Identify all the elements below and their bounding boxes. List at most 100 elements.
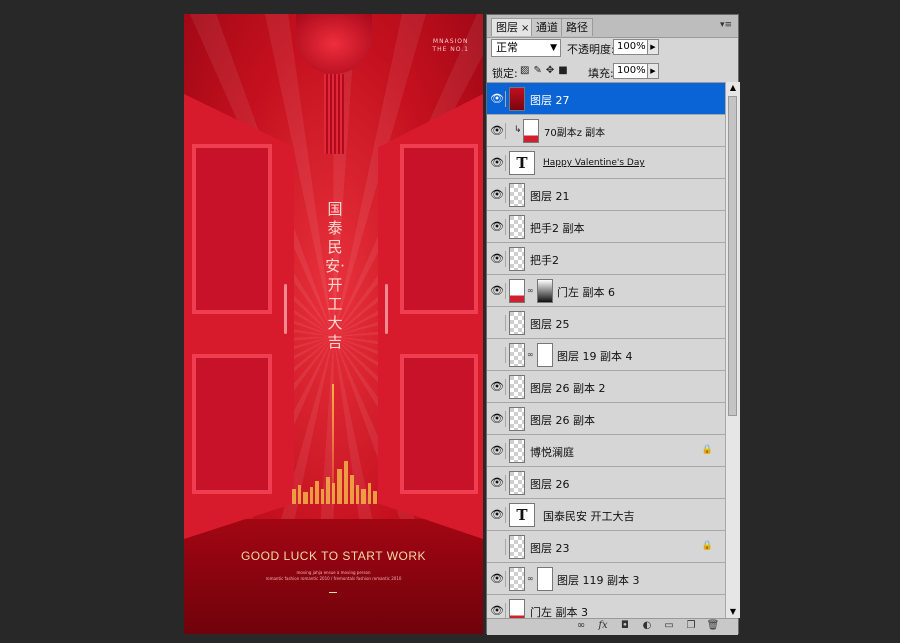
panel-menu-icon[interactable]: ▾≡: [720, 20, 732, 30]
layer-row[interactable]: 👁 T Happy Valentine's Day: [487, 147, 725, 179]
lock-all-icon[interactable]: ■: [558, 65, 571, 76]
eye-icon[interactable]: 👁: [489, 571, 506, 587]
door-panel: [192, 354, 272, 494]
vertical-slogan: 国泰民安·开工大吉: [325, 200, 345, 351]
layer-name: Happy Valentine's Day: [543, 158, 645, 168]
layer-thumbnail: [509, 343, 525, 367]
layer-row[interactable]: 👁 ∞ 门左 副本 6: [487, 275, 725, 307]
link-icon[interactable]: ∞: [527, 350, 534, 359]
layer-list-scrollbar[interactable]: ▲ ▼: [725, 82, 740, 618]
opacity-input[interactable]: 100%: [613, 39, 651, 55]
scroll-down-icon[interactable]: ▼: [726, 606, 740, 618]
opacity-slider-button[interactable]: ▶: [647, 39, 659, 55]
left-door: [184, 94, 294, 539]
tab-layers[interactable]: 图层 ×: [491, 18, 535, 36]
layers-panel: 图层 × 通道 路径 ▾≡ 正常 ▼ 不透明度: 100% ▶ 锁定: ▨✎✥■ …: [486, 14, 740, 635]
new-layer-icon[interactable]: ❐: [683, 620, 699, 631]
lock-icon: 🔒: [701, 445, 713, 455]
add-mask-icon[interactable]: ◘: [617, 620, 633, 631]
fill-input[interactable]: 100%: [613, 63, 651, 79]
layer-row[interactable]: 👁 图层 23 🔒: [487, 531, 725, 563]
layer-row[interactable]: 👁 图层 25: [487, 307, 725, 339]
lock-position-icon[interactable]: ✥: [546, 65, 558, 76]
layer-thumbnail: [509, 183, 525, 207]
trash-icon[interactable]: 🗑: [705, 620, 721, 631]
headline: GOOD LUCK TO START WORK: [240, 549, 427, 563]
layer-thumbnail: [509, 375, 525, 399]
layer-name: 图层 26 副本: [530, 414, 595, 427]
eye-icon[interactable]: 👁: [489, 347, 506, 363]
tab-paths[interactable]: 路径: [561, 18, 593, 36]
eye-icon[interactable]: 👁: [489, 91, 506, 107]
layer-row[interactable]: 👁 把手2: [487, 243, 725, 275]
eye-icon[interactable]: 👁: [489, 411, 506, 427]
fill-label: 填充:: [588, 67, 614, 80]
fx-icon[interactable]: fx: [595, 620, 611, 631]
lock-options: ▨✎✥■: [520, 65, 572, 76]
lock-transparent-icon[interactable]: ▨: [520, 65, 533, 76]
layer-name: 图层 26 副本 2: [530, 382, 606, 395]
ornament-dash: [329, 592, 337, 593]
eye-icon[interactable]: 👁: [489, 219, 506, 235]
layer-name: 把手2: [530, 254, 559, 267]
eye-icon[interactable]: 👁: [489, 443, 506, 459]
eye-icon[interactable]: 👁: [489, 603, 506, 619]
city-skyline: [292, 461, 377, 504]
layer-thumbnail: [523, 119, 539, 143]
link-icon[interactable]: ∞: [573, 620, 589, 631]
layer-name: 把手2 副本: [530, 222, 585, 235]
door-handle: [284, 284, 287, 334]
layer-row[interactable]: 👁 图层 26: [487, 467, 725, 499]
layer-thumbnail: [509, 439, 525, 463]
layer-row[interactable]: 👁 图层 21: [487, 179, 725, 211]
blend-mode-select[interactable]: 正常 ▼: [491, 39, 561, 57]
eye-icon[interactable]: 👁: [489, 251, 506, 267]
close-icon[interactable]: ×: [521, 23, 529, 34]
eye-icon[interactable]: 👁: [489, 315, 506, 331]
door-panel: [400, 354, 478, 494]
link-icon[interactable]: ∞: [527, 574, 534, 583]
document-canvas[interactable]: MNASION THE NO.1 国泰民安·开工大吉 GOOD LUCK TO …: [184, 14, 483, 634]
eye-icon[interactable]: 👁: [489, 507, 506, 523]
eye-icon[interactable]: 👁: [489, 123, 506, 139]
layer-mask-thumbnail[interactable]: [537, 279, 553, 303]
eye-icon[interactable]: 👁: [489, 283, 506, 299]
tab-channels[interactable]: 通道: [531, 18, 563, 36]
eye-icon[interactable]: 👁: [489, 187, 506, 203]
fill-slider-button[interactable]: ▶: [647, 63, 659, 79]
new-group-icon[interactable]: ▭: [661, 620, 677, 631]
eye-icon[interactable]: 👁: [489, 379, 506, 395]
layer-name: 门左 副本 6: [557, 286, 615, 299]
layer-thumbnail: [509, 567, 525, 591]
layer-name: 国泰民安 开工大吉: [543, 510, 635, 523]
eye-icon[interactable]: 👁: [489, 475, 506, 491]
lock-image-icon[interactable]: ✎: [533, 65, 545, 76]
layer-row[interactable]: 👁 ∞ 图层 119 副本 3: [487, 563, 725, 595]
eye-icon[interactable]: 👁: [489, 539, 506, 555]
layer-row[interactable]: 👁 博悦澜庭 🔒: [487, 435, 725, 467]
layer-mask-thumbnail[interactable]: [537, 343, 553, 367]
lantern-tassel: [324, 74, 344, 154]
panel-tabs: 图层 × 通道 路径 ▾≡: [487, 15, 738, 38]
layer-row[interactable]: 👁 ∞ 图层 19 副本 4: [487, 339, 725, 371]
adjustment-layer-icon[interactable]: ◐: [639, 620, 655, 631]
door-panel: [400, 144, 478, 314]
eye-icon[interactable]: 👁: [489, 155, 506, 171]
text-layer-icon: T: [509, 503, 535, 527]
layer-mask-thumbnail[interactable]: [537, 567, 553, 591]
layer-row[interactable]: 👁 T 国泰民安 开工大吉: [487, 499, 725, 531]
layer-row[interactable]: 👁 图层 26 副本 2: [487, 371, 725, 403]
layer-row[interactable]: 👁 ↳ 70副本z 副本: [487, 115, 725, 147]
layer-name: 博悦澜庭: [530, 446, 574, 459]
scroll-up-icon[interactable]: ▲: [726, 82, 740, 94]
layer-name: 图层 21: [530, 190, 570, 203]
scrollbar-thumb[interactable]: [728, 96, 737, 416]
layer-row[interactable]: 👁 图层 27: [487, 83, 725, 115]
layer-row[interactable]: 👁 把手2 副本: [487, 211, 725, 243]
clip-arrow-icon: ↳: [514, 125, 522, 135]
layer-row[interactable]: 👁 门左 副本 3: [487, 595, 725, 619]
link-icon[interactable]: ∞: [527, 286, 534, 295]
layer-name: 70副本z 副本: [544, 128, 606, 139]
layer-row[interactable]: 👁 图层 26 副本: [487, 403, 725, 435]
blend-mode-value: 正常: [496, 41, 518, 54]
